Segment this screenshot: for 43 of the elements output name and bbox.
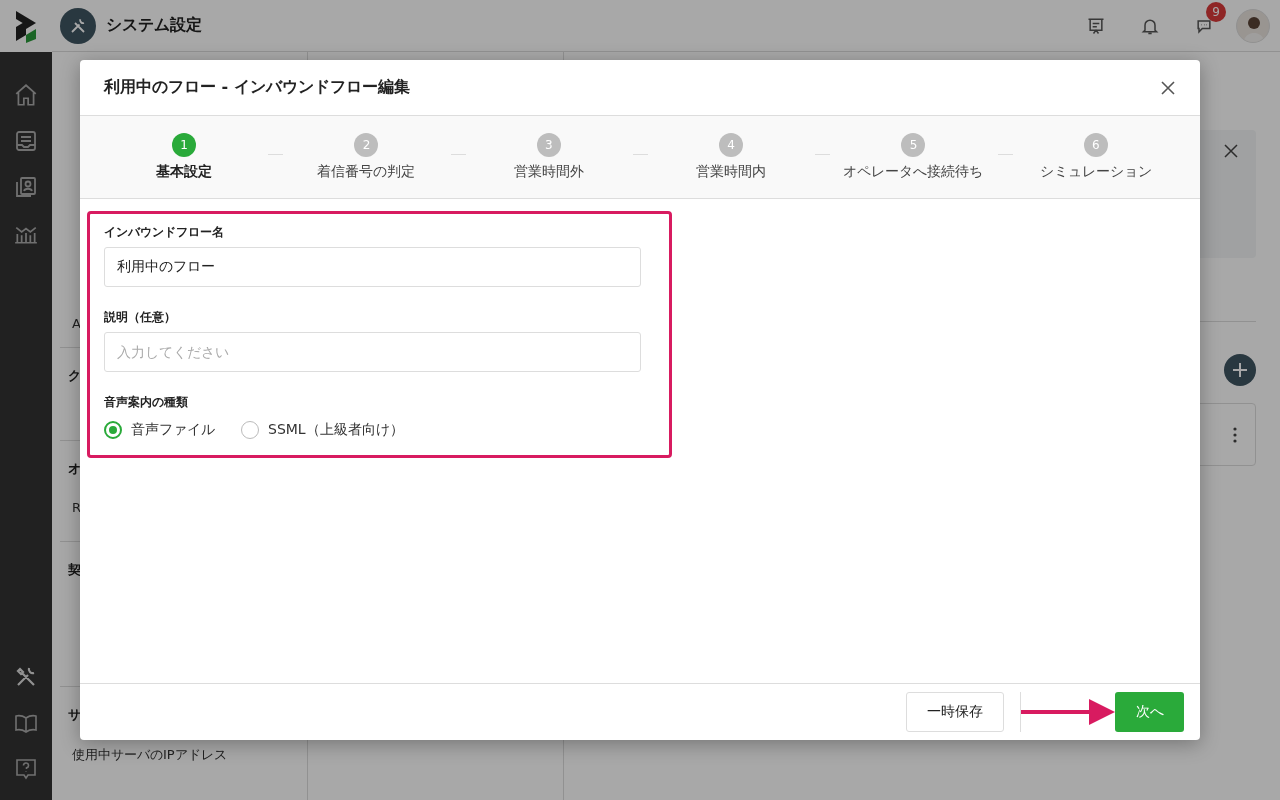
close-icon — [1161, 80, 1175, 95]
step-label: 着信番号の判定 — [317, 163, 416, 181]
list-icon[interactable] — [14, 129, 38, 153]
radio-option[interactable]: SSML（上級者向け） — [241, 421, 404, 439]
step-label: 営業時間外 — [513, 163, 584, 181]
add-button[interactable] — [1224, 354, 1256, 386]
close-icon[interactable] — [1224, 144, 1238, 158]
step-label: 営業時間内 — [696, 163, 767, 181]
help-icon[interactable] — [14, 757, 38, 781]
tools-icon — [60, 7, 96, 44]
arrow-icon — [1021, 697, 1115, 727]
step-label: シミュレーション — [1039, 163, 1152, 181]
radio-option[interactable]: 音声ファイル — [104, 421, 215, 439]
avatar[interactable] — [1236, 8, 1270, 43]
description-input[interactable]: 入力してください — [104, 332, 641, 372]
more-icon[interactable] — [1233, 426, 1237, 443]
step-label: オペレータへ接続待ち — [843, 163, 984, 181]
step-number: 6 — [1083, 133, 1108, 157]
field-label: 音声案内の種類 — [104, 394, 189, 411]
section-heading: サ — [67, 706, 81, 724]
radio-label: 音声ファイル — [131, 421, 215, 439]
sidebar-item[interactable]: 使用中サーバのIPアドレス — [60, 746, 239, 764]
page-title: システム設定 — [106, 15, 203, 36]
section-heading: ク — [67, 367, 81, 385]
name-input[interactable]: 利用中のフロー — [104, 247, 641, 287]
step-label: 基本設定 — [156, 163, 213, 181]
step-number: 5 — [901, 133, 926, 157]
plus-icon — [1232, 362, 1248, 378]
save-button[interactable]: 一時保存 — [906, 692, 1004, 732]
step-number: 2 — [354, 133, 379, 157]
section-heading: 契 — [67, 561, 81, 579]
field-label: 説明（任意） — [104, 309, 177, 326]
home-icon[interactable] — [13, 82, 39, 108]
radio-icon[interactable] — [104, 421, 122, 439]
section-heading: オ — [67, 460, 81, 478]
notification-badge: 9 — [1206, 1, 1226, 22]
dialog-title: 利用中のフロー - インバウンドフロー編集 — [104, 77, 410, 98]
field-label: インバウンドフロー名 — [104, 224, 225, 241]
step-number: 1 — [172, 133, 197, 157]
radio-label: SSML（上級者向け） — [268, 421, 404, 439]
contact-card-icon[interactable] — [14, 175, 38, 199]
step-number: 4 — [719, 133, 744, 157]
step-number: 3 — [536, 133, 561, 157]
